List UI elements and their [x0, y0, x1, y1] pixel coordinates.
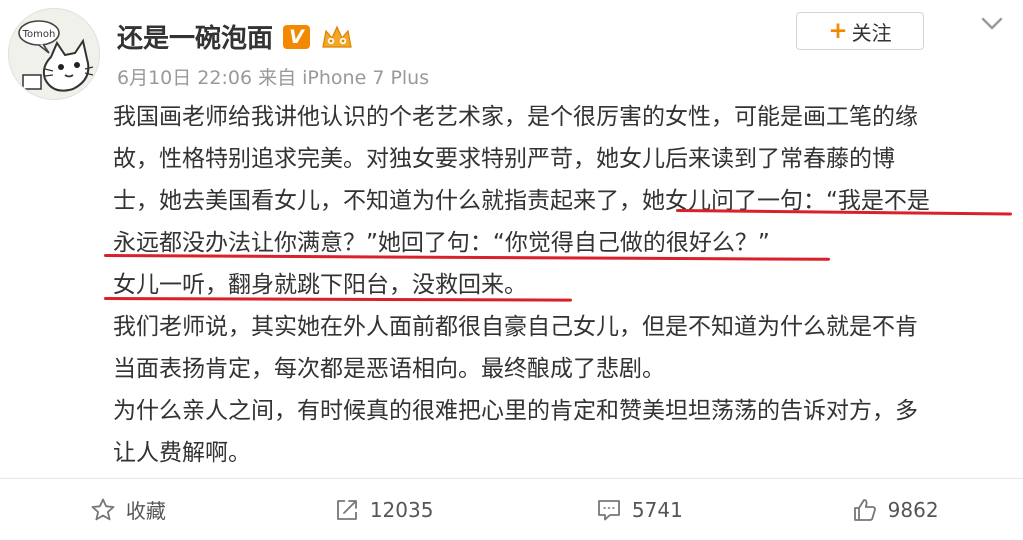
- share-arrow-icon: [336, 499, 357, 520]
- comment-icon: [598, 499, 620, 520]
- post-line: 让人费解啊。: [113, 440, 251, 466]
- follow-label: 关注: [851, 20, 892, 45]
- post-timestamp-source: 6月10日 22:06 来自 iPhone 7 Plus: [117, 67, 430, 89]
- thumbs-up-icon: [853, 498, 876, 521]
- follow-button[interactable]: + 关注: [796, 12, 924, 50]
- post-line: 我们老师说，其实她在外人面前都很自豪自己女儿，但是不知道为什么就是不肯: [113, 314, 918, 340]
- weibo-post-card: Tomoh 还是一碗泡面 V 6月10日 22:06 来自 iPhone 7 P…: [0, 0, 1023, 540]
- name-row: 还是一碗泡面 V: [117, 18, 354, 55]
- post-line: 士，她去美国看女儿，不知道为什么就指责起来了，她女儿问了一句：“我是不是: [113, 188, 930, 214]
- post-line: 当面表扬肯定，每次都是恶语相向。最终酿成了悲剧。: [113, 356, 665, 382]
- post-line: 为什么亲人之间，有时候真的很难把心里的肯定和赞美坦坦荡荡的告诉对方，多: [113, 398, 918, 424]
- username[interactable]: 还是一碗泡面: [117, 18, 273, 55]
- comment-count: 5741: [631, 497, 683, 522]
- post-line: 故，性格特别追求完美。对独女要求特别严苛，她女儿后来读到了常春藤的博: [113, 146, 895, 172]
- star-icon: [91, 498, 115, 520]
- avatar-bubble-text: Tomoh: [22, 29, 56, 40]
- cartoon-cat-avatar-icon: Tomoh: [9, 9, 99, 99]
- repost-button[interactable]: 12035: [256, 479, 512, 540]
- plus-icon: +: [828, 17, 848, 44]
- vip-badge[interactable]: V: [283, 24, 311, 49]
- repost-count: 12035: [369, 497, 434, 522]
- avatar[interactable]: Tomoh: [8, 8, 100, 100]
- member-level-badge-icon[interactable]: [320, 23, 354, 51]
- chevron-down-icon[interactable]: [976, 10, 1008, 38]
- action-bar: 收藏 12035 5741 9862: [0, 479, 1023, 540]
- favorite-button[interactable]: 收藏: [0, 479, 256, 540]
- like-button[interactable]: 9862: [767, 479, 1023, 540]
- post-body: 我国画老师给我讲他认识的个老艺术家，是个很厉害的女性，可能是画工笔的缘 故，性格…: [113, 96, 1008, 474]
- like-count: 9862: [887, 497, 939, 522]
- post-line: 我国画老师给我讲他认识的个老艺术家，是个很厉害的女性，可能是画工笔的缘: [113, 104, 918, 130]
- favorite-label: 收藏: [125, 499, 166, 523]
- comment-button[interactable]: 5741: [512, 479, 768, 540]
